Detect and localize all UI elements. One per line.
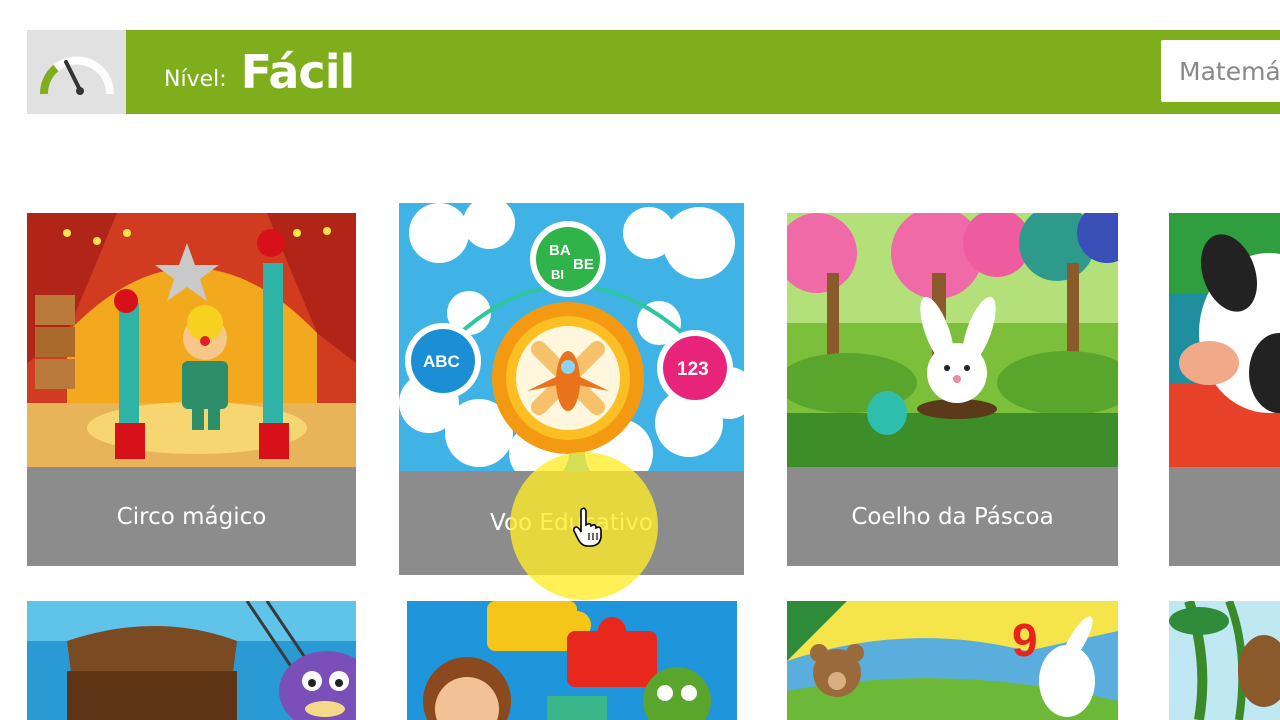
- badge-ba: BA: [549, 242, 571, 259]
- badge-123: 123: [677, 359, 709, 380]
- level-value: Fácil: [240, 45, 356, 99]
- badge-nine: 9: [1012, 614, 1038, 666]
- game-title: Circo mágico: [27, 467, 356, 566]
- game-card-bear[interactable]: 9: [787, 601, 1118, 720]
- game-card-treasure[interactable]: [27, 601, 356, 720]
- game-title: Coelho da Páscoa: [787, 467, 1118, 566]
- badge-bi: BI: [551, 267, 564, 282]
- game-thumbnail: [1169, 601, 1280, 720]
- level-caption: Nível:: [164, 66, 227, 92]
- subject-select-value: Matemá: [1179, 56, 1280, 86]
- badge-be: BE: [573, 256, 594, 273]
- game-thumbnail: [1169, 213, 1280, 467]
- game-title: [1169, 467, 1280, 566]
- game-card-partial[interactable]: [1169, 213, 1280, 566]
- game-card-coelho-da-pascoa[interactable]: Coelho da Páscoa: [787, 213, 1118, 566]
- game-thumbnail: [407, 601, 737, 720]
- game-thumbnail: 9: [787, 601, 1118, 720]
- game-thumbnail: [27, 213, 356, 467]
- game-card-voo-educativo[interactable]: BA BE BI ABC 123 Voo Educativo: [399, 203, 744, 575]
- game-thumbnail: [27, 601, 356, 720]
- gauge-icon: [27, 30, 126, 114]
- subject-select[interactable]: Matemá: [1161, 40, 1280, 102]
- game-card-circo-magico[interactable]: Circo mágico: [27, 213, 356, 566]
- level-bar: Nível: Fácil Matemá: [27, 30, 1280, 114]
- game-thumbnail: BA BE BI ABC 123: [399, 203, 744, 471]
- game-card-monkey[interactable]: [1169, 601, 1280, 720]
- game-thumbnail: [787, 213, 1118, 467]
- badge-abc: ABC: [423, 352, 460, 371]
- game-card-puzzle[interactable]: [407, 601, 737, 720]
- game-title: Voo Educativo: [399, 471, 744, 575]
